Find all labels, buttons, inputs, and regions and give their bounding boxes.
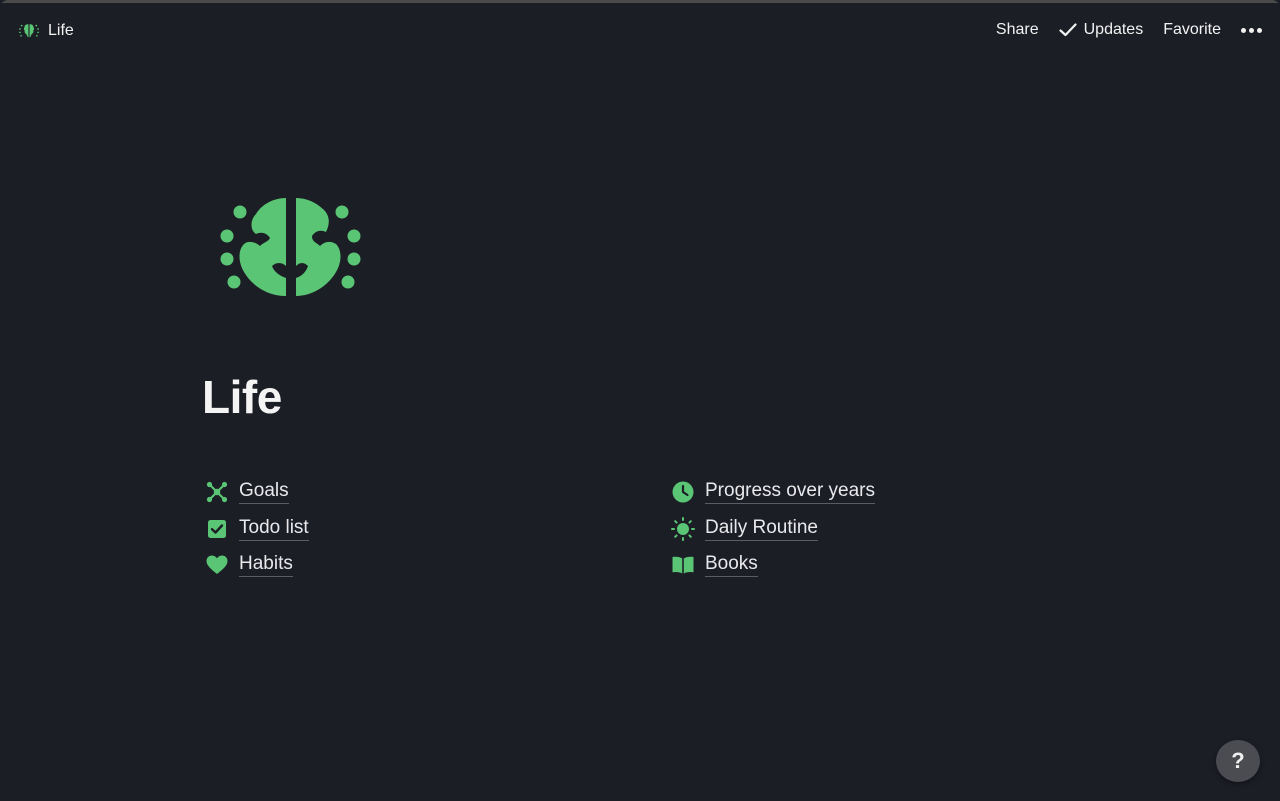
topbar-actions: Share Updates Favorite (996, 20, 1262, 40)
page-icon[interactable] (212, 192, 368, 304)
help-button[interactable]: ? (1216, 740, 1260, 782)
more-dot (1257, 27, 1262, 33)
link-label: Books (705, 553, 758, 578)
updates-button[interactable]: Updates (1059, 21, 1144, 39)
app-window: Life Share Updates Favorite Life Goals T… (0, 0, 1280, 801)
updates-label: Updates (1083, 21, 1144, 38)
link-goals[interactable]: Goals (205, 474, 309, 511)
more-dot (1241, 27, 1246, 33)
links-column-right: Progress over years Daily Routine Books (671, 474, 876, 584)
brain-icon (212, 198, 368, 308)
checkbox-icon (205, 517, 229, 541)
link-label: Todo list (239, 517, 309, 541)
checkmark-icon (1059, 23, 1077, 37)
book-icon (671, 553, 695, 577)
help-label: ? (1231, 748, 1245, 773)
share-label: Share (995, 21, 1039, 38)
heart-icon (205, 553, 229, 577)
network-icon (205, 480, 229, 504)
breadcrumb[interactable]: Life (18, 20, 74, 42)
links-column-left: Goals Todo list Habits (205, 474, 309, 584)
page-title: Life (202, 371, 282, 423)
more-horizontal-icon[interactable] (1241, 20, 1262, 40)
link-label: Progress over years (705, 480, 876, 505)
link-label: Habits (239, 553, 293, 578)
more-dot (1249, 27, 1254, 33)
link-label: Daily Routine (705, 517, 818, 541)
sun-icon (671, 516, 695, 541)
link-label: Goals (239, 480, 289, 505)
top-bar: Life Share Updates Favorite (0, 0, 1280, 64)
link-habits[interactable]: Habits (205, 547, 309, 584)
link-todo-list[interactable]: Todo list (205, 511, 309, 548)
breadcrumb-label: Life (48, 22, 74, 39)
clock-icon (671, 480, 695, 504)
link-progress-over-years[interactable]: Progress over years (671, 474, 876, 511)
share-button[interactable]: Share (996, 21, 1039, 39)
link-daily-routine[interactable]: Daily Routine (671, 511, 875, 548)
favorite-label: Favorite (1163, 21, 1221, 38)
brain-icon (18, 20, 40, 42)
favorite-button[interactable]: Favorite (1163, 21, 1221, 39)
link-books[interactable]: Books (671, 547, 875, 584)
